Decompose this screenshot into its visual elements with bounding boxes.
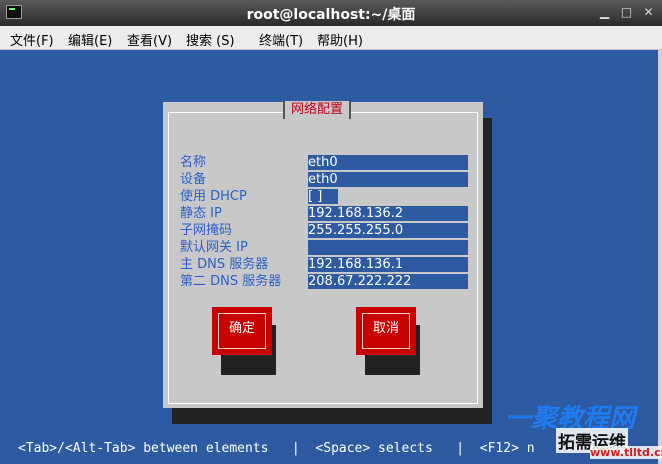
field-device[interactable]: eth0: [308, 172, 468, 187]
field-netmask[interactable]: 255.255.255.0: [308, 223, 468, 238]
label-dhcp: 使用 DHCP: [180, 189, 247, 204]
label-device: 设备: [180, 172, 207, 187]
menu-terminal[interactable]: 终端(T): [259, 30, 303, 49]
window-title: root@localhost:~/桌面: [246, 7, 416, 23]
minimize-icon[interactable]: ▁: [598, 6, 611, 19]
field-name[interactable]: eth0: [308, 155, 468, 170]
scrollbar[interactable]: [658, 50, 662, 464]
field-static-ip[interactable]: 192.168.136.2: [308, 206, 468, 221]
label-netmask: 子网掩码: [180, 223, 233, 238]
field-secondary-dns[interactable]: 208.67.222.222: [308, 274, 468, 289]
menu-bar: 文件(F) 编辑(E) 查看(V) 搜索 (S) 终端(T) 帮助(H): [0, 26, 662, 50]
label-secondary-dns: 第二 DNS 服务器: [180, 274, 282, 289]
dialog-title: 网络配置: [283, 101, 352, 119]
menu-file[interactable]: 文件(F): [10, 30, 54, 49]
menu-view[interactable]: 查看(V): [127, 30, 172, 49]
cancel-button[interactable]: 取消: [356, 307, 416, 355]
watermark-url: www.tlltd.cn: [590, 446, 662, 459]
maximize-icon[interactable]: □: [620, 6, 633, 19]
ok-button-label: 确定: [218, 313, 266, 349]
label-gateway: 默认网关 IP: [180, 240, 248, 255]
cancel-button-label: 取消: [362, 313, 410, 349]
field-primary-dns[interactable]: 192.168.136.1: [308, 257, 468, 272]
window-titlebar: root@localhost:~/桌面 ▁ □ ✕: [0, 0, 662, 26]
status-line: <Tab>/<Alt-Tab> between elements | <Spac…: [18, 441, 535, 456]
label-static-ip: 静态 IP: [180, 206, 222, 221]
label-name: 名称: [180, 155, 207, 170]
label-primary-dns: 主 DNS 服务器: [180, 257, 269, 272]
close-icon[interactable]: ✕: [642, 6, 655, 19]
menu-help[interactable]: 帮助(H): [317, 30, 363, 49]
dhcp-checkbox[interactable]: [ ]: [308, 189, 338, 204]
menu-edit[interactable]: 编辑(E): [68, 30, 112, 49]
field-gateway[interactable]: [308, 240, 468, 255]
menu-search[interactable]: 搜索 (S): [186, 30, 235, 49]
ok-button[interactable]: 确定: [212, 307, 272, 355]
